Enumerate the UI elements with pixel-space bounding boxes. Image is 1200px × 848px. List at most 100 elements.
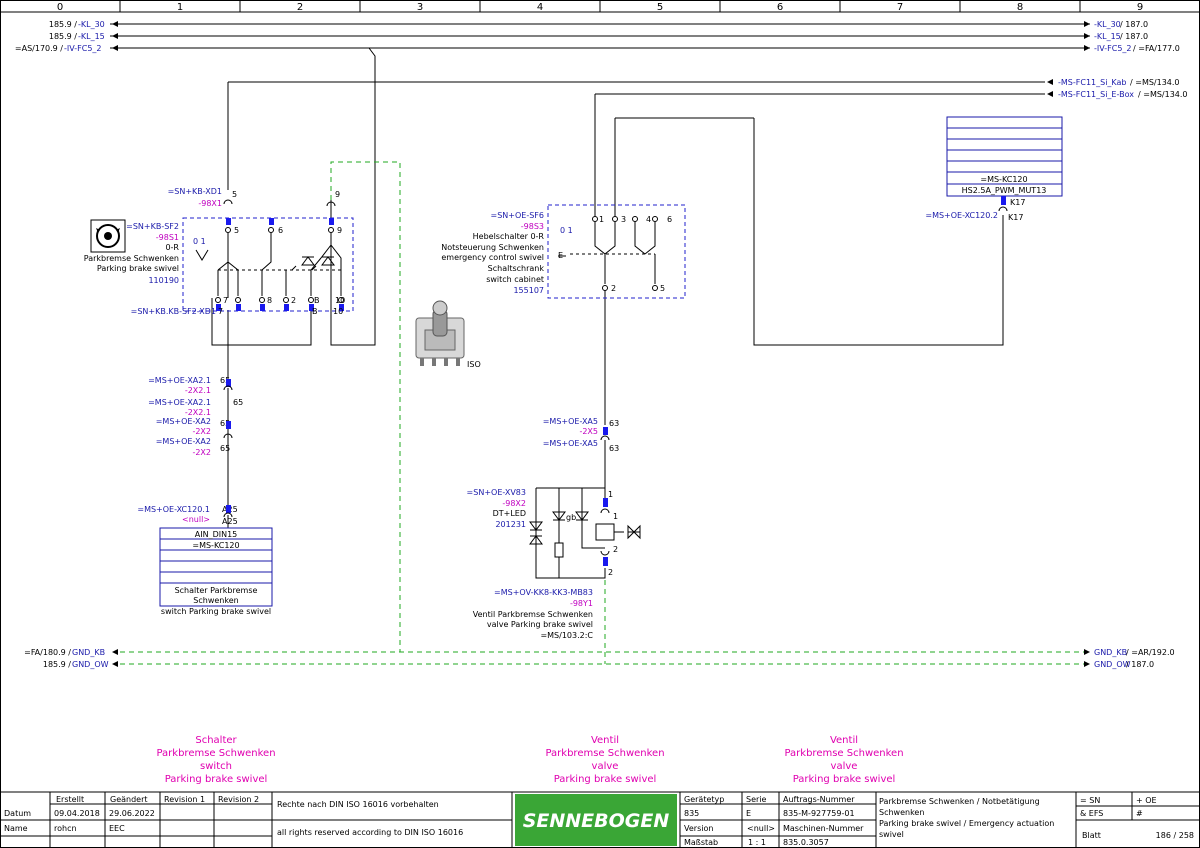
label-text: 63 <box>609 419 619 428</box>
label-text: -2X2.1 <box>185 386 211 395</box>
ain-module-box: AIN_DIN15 =MS-KC120 Schalter Parkbremse … <box>159 527 273 616</box>
label-text: -98S1 <box>156 233 179 242</box>
label-text: 65 <box>233 398 243 407</box>
label-text: 2 <box>611 284 616 293</box>
label-text: K17 <box>1008 213 1023 222</box>
column-number: 9 <box>1137 2 1143 13</box>
label-text: <null> <box>747 824 775 833</box>
xc120-1-connector: =MS+OE-XC120.1 <null> A25 A25 <box>137 505 238 526</box>
label-text: / =MS/134.0 <box>1130 78 1180 87</box>
label-text: 6 <box>667 215 672 224</box>
label-text: 9 <box>337 226 342 235</box>
rail-iv-fc5: =AS/170.9 / -IV-FC5_2 -IV-FC5_2 / =FA/17… <box>15 44 1180 53</box>
label-text: rohcn <box>54 824 77 833</box>
label-text: =AS/170.9 / <box>15 44 63 53</box>
column-number: 8 <box>1017 2 1023 13</box>
label-text: / =MS/134.0 <box>1138 90 1188 99</box>
label-text: Ventil <box>591 735 619 746</box>
label-text: 2 <box>291 296 296 305</box>
label-text: Auftrags-Nummer <box>783 795 855 804</box>
label-text: + OE <box>1136 796 1157 805</box>
label-text: valve <box>831 761 858 772</box>
label-text: / 187.0 <box>1120 32 1148 41</box>
label-text: =MS-KC120 <box>192 541 239 550</box>
column-number: 2 <box>297 2 303 13</box>
label-text: Revision 1 <box>164 795 205 804</box>
label-text: 835 <box>684 809 699 818</box>
valve-98y1: =SN+OE-XV83 -98X2 DT+LED 201231 gb 1 1 2… <box>467 487 641 640</box>
rail-kl30: 185.9 / -KL_30 -KL_30 / 187.0 <box>49 20 1148 29</box>
column-number: 6 <box>777 2 783 13</box>
label-text: 7 <box>218 307 223 316</box>
label-text: =SN+OE-XV83 <box>467 488 526 497</box>
label-text: Maschinen-Nummer <box>783 824 864 833</box>
label-text: -2X2 <box>192 427 211 436</box>
label-text: 65 <box>220 444 230 453</box>
column-header <box>119 0 1081 12</box>
label-text: 185.9 / <box>49 32 77 41</box>
label-text: 1 <box>613 512 618 521</box>
label-text: gb <box>566 513 576 522</box>
label-text: 10 <box>333 307 343 316</box>
label-text: Maßstab <box>684 838 718 847</box>
label-text: =MS+OE-XA5 <box>543 439 598 448</box>
label-text: Parkbremse Schwenken <box>545 748 664 759</box>
label-text: =MS+OV-KK8-KK3-MB83 <box>494 588 593 597</box>
label-text: Name <box>4 824 28 833</box>
label-text: switch <box>200 761 232 772</box>
label-text: switch Parking brake swivel <box>161 607 271 616</box>
label-text: SENNEBOGEN <box>523 810 670 832</box>
rail-kl15: 185.9 / -KL_15 -KL_15 / 187.0 <box>49 32 1148 41</box>
label-text: <null> <box>182 515 210 524</box>
label-text: emergency control swivel <box>441 253 544 262</box>
label-text: Parkbremse Schwenken <box>84 254 179 263</box>
label-text: -2X2.1 <box>185 408 211 417</box>
label-text: Schwenken <box>193 596 238 605</box>
svg-text:E: E <box>558 251 563 260</box>
title-block: Erstellt Geändert Revision 1 Revision 2 … <box>0 791 1200 848</box>
label-text: Parking brake swivel / Emergency actuati… <box>879 819 1054 828</box>
label-text: -2X2 <box>192 448 211 457</box>
label-text: 5 <box>660 284 665 293</box>
label-text: # <box>1136 809 1143 818</box>
label-text: Schwenken <box>879 808 924 817</box>
kc120-module-box: =MS-KC120 HS2.5A_PWM_MUT13 K17 =MS+OE-XC… <box>925 116 1063 222</box>
label-text: 29.06.2022 <box>109 809 155 818</box>
label-text: 1 <box>608 490 613 499</box>
label-text: / =AR/192.0 <box>1126 648 1175 657</box>
label-text: -2X5 <box>579 427 598 436</box>
label-text: -MS-FC11_Si_E-Box <box>1058 90 1134 99</box>
label-text: =MS+OE-XA2.1 <box>148 376 211 385</box>
label-text: = SN <box>1080 796 1100 805</box>
label-text: Blatt <box>1082 831 1101 840</box>
label-text: 9 <box>335 190 340 199</box>
label-text: Gerätetyp <box>684 795 724 804</box>
label-text: 185.9 / <box>49 20 77 29</box>
label-text: -98X2 <box>502 499 526 508</box>
label-text: Parkbremse Schwenken <box>784 748 903 759</box>
label-text: HS2.5A_PWM_MUT13 <box>962 186 1047 195</box>
label-text: 0 1 <box>193 237 206 246</box>
label-text: 63 <box>609 444 619 453</box>
toggle-switch-image: ISO <box>415 300 481 369</box>
label-text: Parkbremse Schwenken <box>156 748 275 759</box>
label-text: Ventil Parkbremse Schwenken <box>473 610 593 619</box>
column-number: 0 <box>57 2 63 13</box>
label-text: Schaltschrank <box>488 264 545 273</box>
label-text: 0 1 <box>560 226 573 235</box>
label-text: 1 : 1 <box>748 838 766 847</box>
label-text: 2 <box>613 545 618 554</box>
function-label-valve-2: Ventil Parkbremse Schwenken valve Parkin… <box>784 735 903 785</box>
label-text: =MS+OE-XA2 <box>156 417 211 426</box>
label-text: Parking brake swivel <box>165 774 268 785</box>
label-text: valve Parking brake swivel <box>487 620 593 629</box>
label-text: =FA/180.9 / <box>24 648 71 657</box>
label-text: 2 <box>608 568 613 577</box>
label-text: switch cabinet <box>486 275 544 284</box>
label-text: B <box>314 296 320 305</box>
label-text: Revision 2 <box>218 795 259 804</box>
label-text: 110190 <box>148 276 179 285</box>
label-text: Parking brake swivel <box>554 774 657 785</box>
label-text: GND_KB <box>72 648 105 657</box>
label-text: -KL_15 <box>1094 32 1121 41</box>
